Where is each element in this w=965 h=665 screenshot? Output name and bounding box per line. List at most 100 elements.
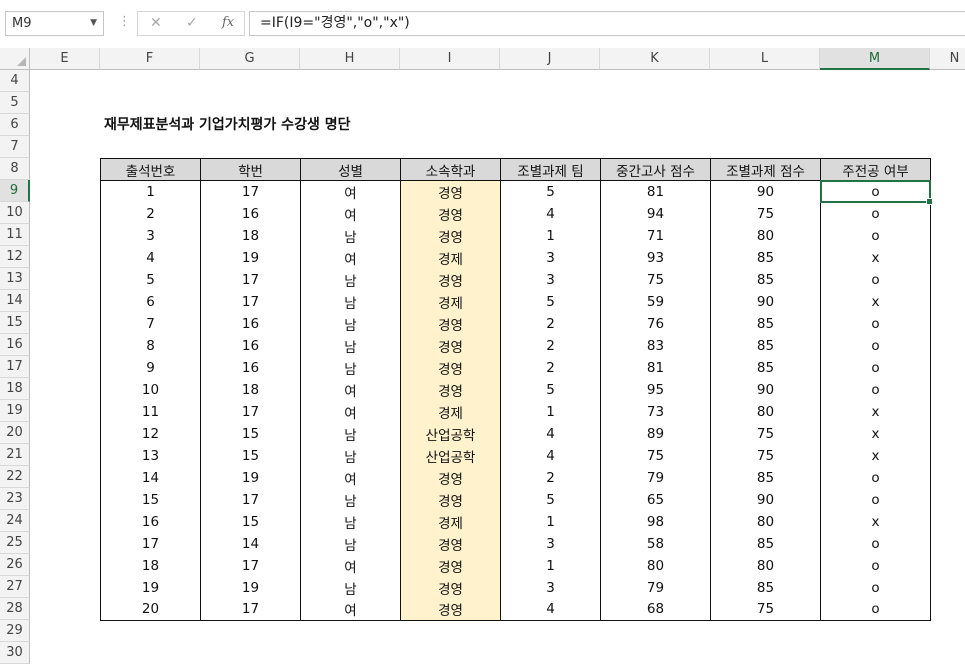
column-header-n[interactable]: N: [930, 48, 965, 70]
table-cell[interactable]: 19: [200, 576, 301, 599]
table-cell[interactable]: 경영: [400, 378, 501, 401]
table-cell[interactable]: 남: [300, 576, 401, 599]
table-cell[interactable]: 여: [300, 378, 401, 401]
table-cell[interactable]: 89: [600, 422, 711, 445]
row-header-30[interactable]: 30: [0, 642, 30, 664]
table-cell[interactable]: 68: [600, 598, 711, 621]
row-header-27[interactable]: 27: [0, 576, 30, 598]
table-cell[interactable]: 58: [600, 532, 711, 555]
table-cell[interactable]: 85: [710, 334, 821, 357]
table-cell[interactable]: o: [820, 180, 931, 203]
table-cell[interactable]: x: [820, 510, 931, 533]
column-title[interactable]: 학번: [200, 158, 301, 181]
table-cell[interactable]: 3: [500, 532, 601, 555]
table-cell[interactable]: 2: [500, 356, 601, 379]
table-cell[interactable]: 5: [500, 290, 601, 313]
row-header-4[interactable]: 4: [0, 70, 30, 92]
row-header-22[interactable]: 22: [0, 466, 30, 488]
table-cell[interactable]: 2: [100, 202, 201, 225]
table-cell[interactable]: o: [820, 334, 931, 357]
table-cell[interactable]: 5: [500, 180, 601, 203]
table-cell[interactable]: 19: [200, 246, 301, 269]
table-cell[interactable]: 7: [100, 312, 201, 335]
table-cell[interactable]: 17: [200, 180, 301, 203]
table-cell[interactable]: 2: [500, 466, 601, 489]
table-cell[interactable]: 85: [710, 466, 821, 489]
table-cell[interactable]: 17: [200, 268, 301, 291]
table-cell[interactable]: 15: [200, 444, 301, 467]
table-cell[interactable]: o: [820, 598, 931, 621]
table-cell[interactable]: o: [820, 554, 931, 577]
table-cell[interactable]: 75: [710, 202, 821, 225]
table-cell[interactable]: 경제: [400, 510, 501, 533]
table-cell[interactable]: 85: [710, 312, 821, 335]
table-cell[interactable]: 75: [710, 444, 821, 467]
table-cell[interactable]: 16: [100, 510, 201, 533]
table-cell[interactable]: 3: [100, 224, 201, 247]
table-cell[interactable]: o: [820, 576, 931, 599]
column-title[interactable]: 소속학과: [400, 158, 501, 181]
column-header-k[interactable]: K: [600, 48, 710, 70]
table-cell[interactable]: 16: [200, 312, 301, 335]
column-header-i[interactable]: I: [400, 48, 500, 70]
chevron-down-icon[interactable]: ▼: [90, 12, 97, 35]
row-header-24[interactable]: 24: [0, 510, 30, 532]
table-cell[interactable]: 경영: [400, 180, 501, 203]
table-cell[interactable]: 19: [100, 576, 201, 599]
row-header-13[interactable]: 13: [0, 268, 30, 290]
table-cell[interactable]: 75: [710, 598, 821, 621]
column-title[interactable]: 주전공 여부: [820, 158, 931, 181]
table-cell[interactable]: 여: [300, 466, 401, 489]
table-cell[interactable]: 여: [300, 554, 401, 577]
row-header-28[interactable]: 28: [0, 598, 30, 620]
table-cell[interactable]: 95: [600, 378, 711, 401]
row-header-8[interactable]: 8: [0, 158, 30, 180]
table-cell[interactable]: 18: [100, 554, 201, 577]
column-title[interactable]: 출석번호: [100, 158, 201, 181]
table-cell[interactable]: 남: [300, 334, 401, 357]
table-cell[interactable]: 85: [710, 246, 821, 269]
table-cell[interactable]: 4: [100, 246, 201, 269]
table-cell[interactable]: 15: [200, 422, 301, 445]
table-cell[interactable]: 4: [500, 598, 601, 621]
table-cell[interactable]: 18: [200, 224, 301, 247]
table-cell[interactable]: 경제: [400, 246, 501, 269]
table-cell[interactable]: 13: [100, 444, 201, 467]
table-cell[interactable]: 3: [500, 576, 601, 599]
table-cell[interactable]: 2: [500, 334, 601, 357]
column-title[interactable]: 조별과제 점수: [710, 158, 821, 181]
table-cell[interactable]: 1: [500, 554, 601, 577]
table-cell[interactable]: 4: [500, 444, 601, 467]
table-cell[interactable]: 경영: [400, 334, 501, 357]
table-cell[interactable]: 산업공학: [400, 422, 501, 445]
table-cell[interactable]: 11: [100, 400, 201, 423]
table-cell[interactable]: 83: [600, 334, 711, 357]
table-cell[interactable]: 남: [300, 510, 401, 533]
table-cell[interactable]: 93: [600, 246, 711, 269]
table-cell[interactable]: 2: [500, 312, 601, 335]
row-header-26[interactable]: 26: [0, 554, 30, 576]
table-cell[interactable]: 80: [600, 554, 711, 577]
row-header-29[interactable]: 29: [0, 620, 30, 642]
table-cell[interactable]: 경영: [400, 268, 501, 291]
table-cell[interactable]: 76: [600, 312, 711, 335]
table-cell[interactable]: 59: [600, 290, 711, 313]
table-cell[interactable]: 20: [100, 598, 201, 621]
table-cell[interactable]: 경영: [400, 532, 501, 555]
table-cell[interactable]: 71: [600, 224, 711, 247]
column-title[interactable]: 조별과제 팀: [500, 158, 601, 181]
table-cell[interactable]: 80: [710, 554, 821, 577]
more-options-icon[interactable]: ⋮: [118, 14, 131, 29]
row-header-5[interactable]: 5: [0, 92, 30, 114]
enter-icon[interactable]: ✓: [186, 15, 198, 31]
table-cell[interactable]: 15: [100, 488, 201, 511]
table-cell[interactable]: 1: [100, 180, 201, 203]
insert-function-icon[interactable]: fx: [222, 15, 234, 30]
row-header-21[interactable]: 21: [0, 444, 30, 466]
sheet-title[interactable]: 재무제표분석과 기업가치평가 수강생 명단: [104, 114, 350, 136]
table-cell[interactable]: 79: [600, 466, 711, 489]
table-cell[interactable]: o: [820, 356, 931, 379]
table-cell[interactable]: 5: [500, 378, 601, 401]
table-cell[interactable]: 여: [300, 246, 401, 269]
column-header-h[interactable]: H: [300, 48, 400, 70]
